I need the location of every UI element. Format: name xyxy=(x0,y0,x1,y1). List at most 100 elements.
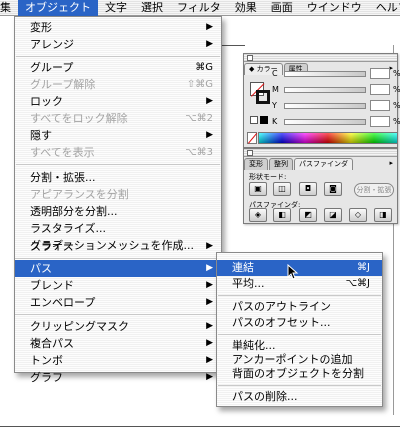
menu-item-transform[interactable]: 変形 ▶ xyxy=(15,19,221,36)
menu-item-arrange[interactable]: アレンジ ▶ xyxy=(15,36,221,53)
menu-edit[interactable]: 集 xyxy=(0,0,18,16)
submenu-arrow-icon: ▶ xyxy=(206,372,213,382)
intersect-shape-areas-button[interactable]: ◘ xyxy=(299,182,317,196)
trim-button[interactable]: ◧ xyxy=(273,208,291,222)
magenta-slider-row: M % xyxy=(272,84,400,96)
menu-item-label: ブレンド xyxy=(30,279,74,292)
menu-item-graph[interactable]: グラフ ▶ xyxy=(15,369,221,386)
black-value-field[interactable] xyxy=(370,116,390,127)
stroke-swatch[interactable] xyxy=(256,90,270,104)
menu-item-label: 単純化... xyxy=(232,339,276,352)
white-swatch[interactable] xyxy=(250,116,258,124)
submenu-arrow-icon: ▶ xyxy=(206,96,213,106)
menu-item-show-all[interactable]: すべてを表示 ⌥⌘3 xyxy=(15,144,221,161)
none-swatch[interactable] xyxy=(247,132,257,144)
submenu-item-offset-path[interactable]: パスのオフセット... xyxy=(217,315,382,331)
outline-button[interactable]: ◇ xyxy=(349,208,367,222)
menu-separator xyxy=(218,385,381,386)
menu-type[interactable]: 文字 xyxy=(98,0,134,16)
menu-item-label: ラスタライズ... xyxy=(30,222,106,235)
exclude-overlapping-button[interactable]: ◙ xyxy=(324,182,342,196)
submenu-arrow-icon: ▶ xyxy=(206,130,213,140)
submenu-arrow-icon: ▶ xyxy=(206,338,213,348)
artboard-edge xyxy=(0,426,400,427)
menu-item-lock[interactable]: ロック ▶ xyxy=(15,93,221,110)
menu-item-label: パス xyxy=(30,262,52,275)
menu-item-label: クリッピングマスク xyxy=(30,320,129,333)
submenu-item-average[interactable]: 平均... ⌥⌘J xyxy=(217,276,382,292)
black-swatch[interactable] xyxy=(260,116,268,124)
crop-button[interactable]: ◪ xyxy=(324,208,342,222)
divide-button[interactable]: ◈ xyxy=(249,208,267,222)
shortcut-label: ⌥⌘J xyxy=(345,278,370,289)
panel-title-bar[interactable] xyxy=(244,149,397,157)
menu-item-unlock-all[interactable]: すべてをロック解除 ⌥⌘2 xyxy=(15,110,221,127)
menu-separator xyxy=(16,56,220,57)
cyan-slider[interactable] xyxy=(284,71,366,77)
menu-item-flatten-transparency[interactable]: 透明部分を分割... xyxy=(15,203,221,220)
yellow-value-field[interactable] xyxy=(370,100,390,111)
submenu-arrow-icon: ▶ xyxy=(206,241,213,251)
menu-item-blend[interactable]: ブレンド ▶ xyxy=(15,277,221,294)
menu-item-crop-marks[interactable]: トンボ ▶ xyxy=(15,352,221,369)
menu-item-compound-path[interactable]: 複合パス ▶ xyxy=(15,335,221,352)
menu-item-label: グループ解除 xyxy=(30,78,96,91)
yellow-slider[interactable] xyxy=(284,103,366,109)
expand-button[interactable]: 分割・拡張 xyxy=(354,183,394,197)
cyan-value-field[interactable] xyxy=(370,68,390,79)
submenu-arrow-icon: ▶ xyxy=(206,297,213,307)
percent-label: % xyxy=(393,117,400,126)
percent-label: % xyxy=(393,85,400,94)
menu-item-hide[interactable]: 隠す ▶ xyxy=(15,127,221,144)
menu-object[interactable]: オブジェクト xyxy=(18,0,98,16)
menu-item-slice[interactable]: スライス ▶ xyxy=(15,238,221,255)
menu-help[interactable]: ヘルプ xyxy=(369,0,400,16)
black-slider[interactable] xyxy=(284,119,366,125)
submenu-arrow-icon: ▶ xyxy=(206,355,213,365)
tab-transform[interactable]: 変形 xyxy=(244,158,268,170)
shape-mode-label: 形状モード: xyxy=(249,173,287,181)
minus-back-button[interactable]: ◨ xyxy=(374,208,392,222)
menu-item-expand[interactable]: 分割・拡張... xyxy=(15,169,221,186)
menu-separator xyxy=(15,258,219,259)
close-icon[interactable] xyxy=(247,150,253,156)
shortcut-label: ⌥⌘3 xyxy=(185,147,213,158)
menu-item-label: グラフ xyxy=(30,371,63,384)
magenta-slider[interactable] xyxy=(284,87,366,93)
tab-pathfinder[interactable]: パスファインダ xyxy=(294,158,353,170)
channel-label: C xyxy=(272,69,278,78)
panel-title-bar[interactable] xyxy=(244,54,397,62)
submenu-item-cleanup[interactable]: パスの削除... xyxy=(217,389,382,405)
menu-item-expand-appearance[interactable]: アピアランスを分割 xyxy=(15,186,221,203)
tab-align[interactable]: 整列 xyxy=(269,158,293,170)
menu-item-label: パスの削除... xyxy=(232,390,298,403)
menu-effect[interactable]: 効果 xyxy=(228,0,264,16)
menu-view[interactable]: 画面 xyxy=(264,0,300,16)
mouse-cursor-icon xyxy=(287,264,299,280)
menu-select[interactable]: 選択 xyxy=(134,0,170,16)
submenu-item-divide-objects-below[interactable]: 背面のオブジェクトを分割 xyxy=(217,366,382,382)
menu-item-path[interactable]: パス ▶ xyxy=(15,260,221,277)
panel-menu-icon[interactable]: ▸ xyxy=(389,159,393,167)
channel-label: M xyxy=(272,85,279,94)
submenu-item-join[interactable]: 連結 ⌘J xyxy=(217,260,382,276)
menu-item-envelope[interactable]: エンベロープ ▶ xyxy=(15,294,221,311)
add-shape-area-button[interactable]: ▣ xyxy=(249,182,267,196)
menu-item-ungroup[interactable]: グループ解除 ⇧⌘G xyxy=(15,76,221,93)
menu-filter[interactable]: フィルタ xyxy=(170,0,228,16)
subtract-shape-area-button[interactable]: ◫ xyxy=(273,182,291,196)
submenu-item-outline-stroke[interactable]: パスのアウトライン xyxy=(217,299,382,315)
menu-item-label: すべてをロック解除 xyxy=(30,112,128,125)
menu-window[interactable]: ウインドウ xyxy=(300,0,369,16)
channel-label: K xyxy=(272,117,278,126)
close-icon[interactable] xyxy=(247,55,253,61)
color-spectrum-bar[interactable] xyxy=(258,132,398,144)
menu-item-label: トンボ xyxy=(30,354,63,367)
menu-item-label: エンベロープ xyxy=(30,296,96,309)
magenta-value-field[interactable] xyxy=(370,84,390,95)
menu-item-group[interactable]: グループ ⌘G xyxy=(15,59,221,76)
menu-item-clipping-mask[interactable]: クリッピングマスク ▶ xyxy=(15,318,221,335)
menu-item-rasterize[interactable]: ラスタライズ... xyxy=(15,220,221,237)
menu-item-label: スライス xyxy=(30,240,74,253)
merge-button[interactable]: ◩ xyxy=(299,208,317,222)
